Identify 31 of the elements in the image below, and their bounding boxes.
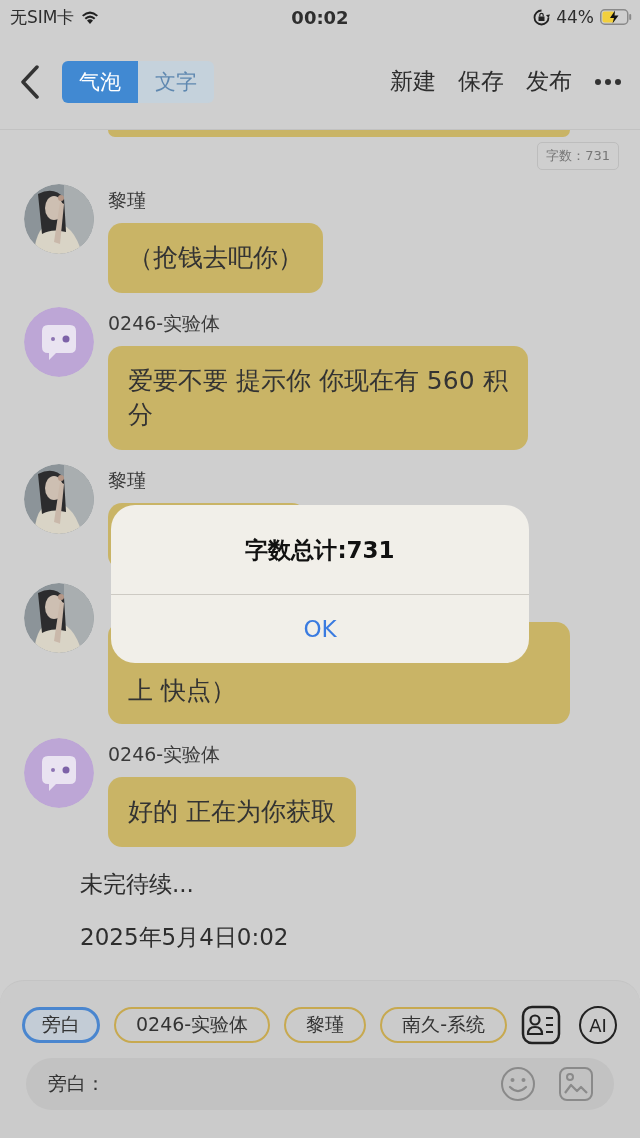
- role-chip[interactable]: 旁白: [22, 1007, 100, 1043]
- alert-title: 字数总计:731: [245, 536, 395, 565]
- battery-percent: 44%: [556, 7, 594, 27]
- message-bubble: 好的 正在为你获取: [108, 777, 356, 847]
- narration-text: 未完待续...: [79, 870, 195, 899]
- word-count-badge: 字数：731: [537, 142, 619, 170]
- ai-button[interactable]: AI: [579, 1006, 618, 1044]
- view-tab[interactable]: 气泡: [62, 60, 138, 103]
- sender-name: 黎瑾: [108, 468, 146, 492]
- toolbar-action[interactable]: 保存: [458, 66, 504, 97]
- sender-name: 黎瑾: [108, 188, 146, 212]
- sender-name: 0246-实验体: [108, 742, 221, 766]
- message-bubble: 爱要不要 提示你 你现在有 560 积分: [108, 346, 528, 450]
- more-icon[interactable]: [594, 77, 622, 86]
- contact-card-icon[interactable]: [521, 1005, 562, 1045]
- back-icon[interactable]: [20, 64, 40, 99]
- message-bubble: （抢钱去吧你）: [108, 223, 323, 293]
- clock-time: 00:02: [291, 6, 349, 28]
- toolbar-action[interactable]: 发布: [526, 66, 572, 97]
- wifi-icon: [80, 9, 101, 25]
- role-chip[interactable]: 南久-系统: [380, 1007, 508, 1043]
- sender-name: 0246-实验体: [108, 311, 221, 335]
- toolbar-action[interactable]: 新建: [390, 66, 436, 97]
- narration-text: 2025年5月4日0:02: [79, 923, 290, 952]
- role-chip[interactable]: 0246-实验体: [114, 1007, 271, 1043]
- role-chip[interactable]: 黎瑾: [284, 1007, 367, 1043]
- robot-avatar-icon: [24, 307, 94, 377]
- carrier-label: 无SIM卡: [10, 5, 75, 29]
- rotation-lock-icon: [533, 8, 551, 26]
- robot-avatar-icon: [24, 738, 94, 808]
- battery-charging-icon: [600, 9, 632, 25]
